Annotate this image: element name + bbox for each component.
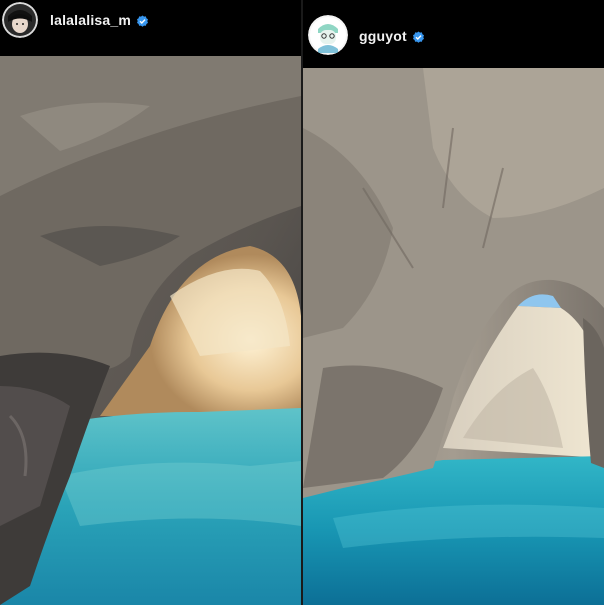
sea-arch-photo[interactable]	[303, 68, 604, 605]
post-header: lalalalisa_m	[0, 0, 301, 56]
cartoon-avatar-icon[interactable]	[308, 15, 348, 55]
verified-badge-icon	[137, 15, 149, 27]
post-left: lalalalisa_m	[0, 0, 301, 605]
username[interactable]: gguyot	[359, 28, 425, 44]
verified-badge-icon	[412, 31, 424, 43]
post-header: gguyot	[303, 0, 604, 68]
profile-avatar-icon[interactable]	[2, 2, 38, 38]
username[interactable]: lalalalisa_m	[50, 12, 149, 28]
sea-cave-photo[interactable]	[0, 56, 301, 605]
post-right: gguyot	[303, 0, 604, 605]
